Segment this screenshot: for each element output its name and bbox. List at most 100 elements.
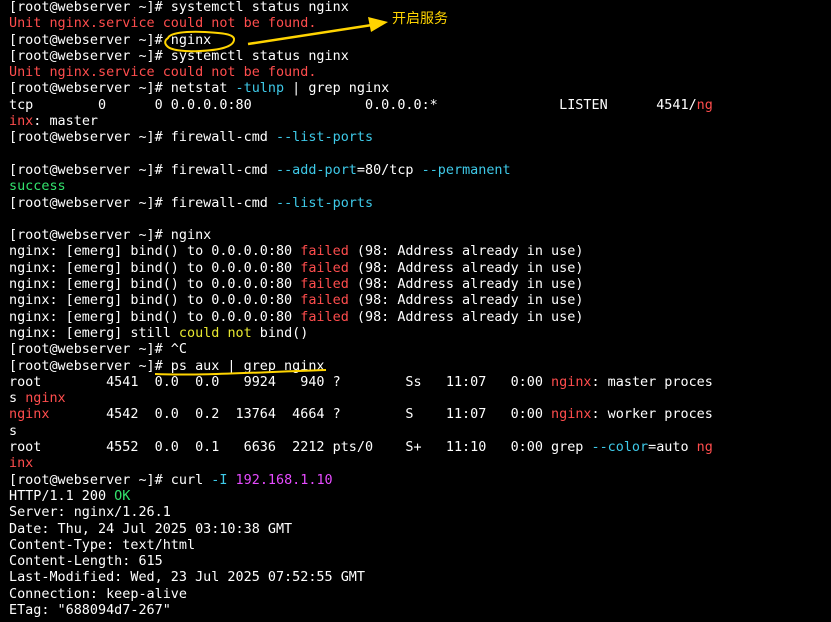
terminal-text: Content-Length: 615 <box>9 554 163 570</box>
terminal-text: [root@webserver ~]# nginx <box>9 32 212 48</box>
terminal-line: [root@webserver ~]# firewall-cmd --list-… <box>9 130 831 146</box>
terminal-text: Server: nginx/1.26.1 <box>9 505 171 521</box>
terminal-line: [root@webserver ~]# ^C <box>9 342 831 358</box>
terminal-text: : worker proces <box>591 407 713 423</box>
terminal-line: nginx: [emerg] bind() to 0.0.0.0:80 fail… <box>9 293 831 309</box>
terminal-line: [root@webserver ~]# nginx <box>9 228 831 244</box>
terminal-line: Unit nginx.service could not be found. <box>9 65 831 81</box>
terminal-text: : master proces <box>591 374 713 390</box>
terminal-line: nginx: [emerg] bind() to 0.0.0.0:80 fail… <box>9 244 831 260</box>
terminal-text: -tulnp <box>235 81 285 97</box>
terminal-text: [root@webserver ~]# ps aux | grep nginx <box>9 358 325 374</box>
terminal-text: [root@webserver ~]# systemctl status ngi… <box>9 48 349 64</box>
terminal-text: [root@webserver ~]# firewall-cmd <box>9 195 276 211</box>
terminal-text: s <box>9 423 18 439</box>
terminal-text: [root@webserver ~]# curl <box>9 472 212 488</box>
terminal-text: =auto <box>648 440 697 456</box>
terminal-text: nginx: [emerg] bind() to 0.0.0.0:80 <box>9 293 301 309</box>
terminal-text: nginx <box>25 391 66 407</box>
terminal-text: --permanent <box>421 162 511 178</box>
terminal-output[interactable]: [root@webserver ~]# systemctl status ngi… <box>9 0 831 622</box>
terminal-text: ng <box>696 97 713 113</box>
terminal-text: --list-ports <box>275 130 374 146</box>
terminal-line: nginx: [emerg] still could not bind() <box>9 326 831 342</box>
terminal-text: -I <box>211 472 228 488</box>
terminal-line: ETag: "688094d7-267" <box>9 603 831 619</box>
terminal-line: Content-Length: 615 <box>9 554 831 570</box>
terminal-text: root 4541 0.0 0.0 9924 940 ? Ss 11:07 0:… <box>9 374 552 390</box>
terminal-line: s nginx <box>9 391 831 407</box>
terminal-text: failed <box>300 277 349 293</box>
terminal-text: s <box>9 391 26 407</box>
terminal-text: [root@webserver ~]# nginx <box>9 228 212 244</box>
terminal-text: OK <box>114 488 131 504</box>
annotation-label: 开启服务 <box>392 11 448 27</box>
terminal-line: nginx: [emerg] bind() to 0.0.0.0:80 fail… <box>9 261 831 277</box>
terminal-text: [root@webserver ~]# systemctl status ngi… <box>9 0 349 15</box>
terminal-text: ETag: "688094d7-267" <box>9 602 171 618</box>
terminal-text: --list-ports <box>275 195 374 211</box>
terminal-line: [root@webserver ~]# nginx <box>9 33 831 49</box>
terminal-text: nginx: [emerg] bind() to 0.0.0.0:80 <box>9 277 301 293</box>
terminal-line: nginx: [emerg] bind() to 0.0.0.0:80 fail… <box>9 310 831 326</box>
terminal-line: HTTP/1.1 200 OK <box>9 489 831 505</box>
terminal-line: Content-Type: text/html <box>9 538 831 554</box>
terminal-text: nginx: [emerg] bind() to 0.0.0.0:80 <box>9 309 301 325</box>
terminal-line: [root@webserver ~]# curl -I 192.168.1.10 <box>9 473 831 489</box>
terminal-text: inx <box>9 456 34 472</box>
terminal-line: [root@webserver ~]# ps aux | grep nginx <box>9 359 831 375</box>
terminal-text: Last-Modified: Wed, 23 Jul 2025 07:52:55… <box>9 570 365 586</box>
terminal-text: Connection: keep-alive <box>9 586 187 602</box>
terminal-text: (98: Address already in use) <box>348 260 584 276</box>
terminal-text: nginx <box>551 407 592 423</box>
terminal-text: (98: Address already in use) <box>348 293 584 309</box>
terminal-text: (98: Address already in use) <box>348 309 584 325</box>
terminal-text: failed <box>300 309 349 325</box>
terminal-text: 192.168.1.10 <box>235 472 333 488</box>
terminal-text: inx <box>9 114 34 130</box>
terminal-text: [root@webserver ~]# ^C <box>9 342 187 358</box>
terminal-line: [root@webserver ~]# firewall-cmd --add-p… <box>9 163 831 179</box>
terminal-line: tcp 0 0 0.0.0.0:80 0.0.0.0:* LISTEN 4541… <box>9 98 831 114</box>
terminal-text: --color <box>591 440 649 456</box>
terminal-text: root 4552 0.0 0.1 6636 2212 pts/0 S+ 11:… <box>9 440 592 456</box>
terminal-line: [root@webserver ~]# systemctl status ngi… <box>9 49 831 65</box>
terminal-text: tcp 0 0 0.0.0.0:80 0.0.0.0:* LISTEN 4541… <box>9 97 697 113</box>
terminal-line: inx: master <box>9 114 831 130</box>
terminal-line: Server: nginx/1.26.1 <box>9 505 831 521</box>
terminal-line: Date: Thu, 24 Jul 2025 03:10:38 GMT <box>9 522 831 538</box>
terminal-line: Connection: keep-alive <box>9 587 831 603</box>
terminal-text: failed <box>300 293 349 309</box>
terminal-text: ng <box>696 440 713 456</box>
terminal-text: HTTP/1.1 200 <box>9 488 115 504</box>
terminal-text: | grep nginx <box>284 81 390 97</box>
terminal-line: s <box>9 424 831 440</box>
terminal-line: success <box>9 179 831 195</box>
terminal-text: (98: Address already in use) <box>348 244 584 260</box>
terminal-text: could not <box>178 325 252 341</box>
terminal-text: success <box>9 179 66 195</box>
terminal-text: nginx <box>9 407 50 423</box>
terminal-line: inx <box>9 456 831 472</box>
terminal-line: [root@webserver ~]# firewall-cmd --list-… <box>9 196 831 212</box>
terminal-text: failed <box>300 260 349 276</box>
terminal-text: [root@webserver ~]# firewall-cmd <box>9 130 276 146</box>
terminal-text: nginx: [emerg] bind() to 0.0.0.0:80 <box>9 260 301 276</box>
terminal-text: nginx <box>551 374 592 390</box>
terminal-line: root 4552 0.0 0.1 6636 2212 pts/0 S+ 11:… <box>9 440 831 456</box>
terminal-line: [root@webserver ~]# netstat -tulnp | gre… <box>9 81 831 97</box>
terminal-text: =80/tcp <box>356 162 422 178</box>
terminal-text: (98: Address already in use) <box>348 277 584 293</box>
terminal-text: Unit nginx.service could not be found. <box>9 16 317 32</box>
terminal-text: bind() <box>251 325 309 341</box>
terminal-text: nginx: [emerg] still <box>9 325 179 341</box>
terminal-line: Last-Modified: Wed, 23 Jul 2025 07:52:55… <box>9 570 831 586</box>
terminal-text: --add-port <box>275 162 357 178</box>
terminal-line: nginx 4542 0.0 0.2 13764 4664 ? S 11:07 … <box>9 407 831 423</box>
terminal-text: Content-Type: text/html <box>9 537 196 553</box>
terminal-text: [root@webserver ~]# firewall-cmd <box>9 162 276 178</box>
terminal-text: 4542 0.0 0.2 13764 4664 ? S 11:07 0:00 <box>49 407 552 423</box>
